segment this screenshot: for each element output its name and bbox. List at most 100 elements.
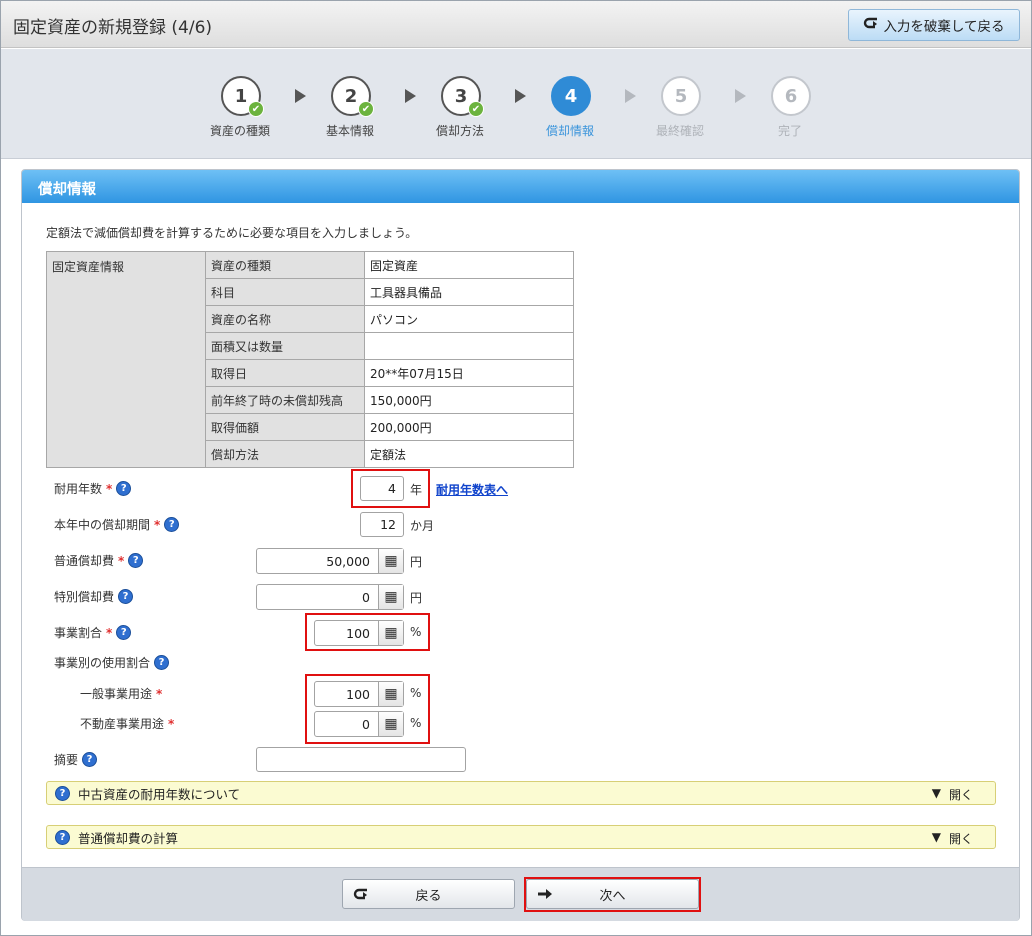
special-dep-label: 特別償却費 — [54, 590, 115, 604]
general-use-label: 一般事業用途 — [80, 687, 153, 701]
required-mark: * — [106, 625, 113, 640]
normal-dep-value[interactable]: 50,000 — [257, 549, 378, 573]
table-value: 20**年07月15日 — [364, 359, 574, 387]
normal-dep-unit: 円 — [410, 555, 423, 569]
memo-input[interactable] — [256, 747, 466, 772]
special-dep-unit: 円 — [410, 591, 423, 605]
return-arrow-icon — [863, 16, 879, 34]
table-key: 面積又は数量 — [205, 332, 365, 360]
triangle-down-icon: ▼ — [931, 830, 941, 844]
table-key: 資産の名称 — [205, 305, 365, 333]
normal-dep-label: 普通償却費 — [54, 554, 115, 568]
table-value — [364, 332, 574, 360]
help-icon[interactable]: ? — [128, 553, 144, 568]
period-label: 本年中の償却期間 — [54, 518, 151, 532]
step-label: 最終確認 — [655, 124, 704, 138]
table-key: 償却方法 — [205, 440, 365, 468]
table-key: 前年終了時の未償却残高 — [205, 386, 365, 414]
help-icon[interactable]: ? — [116, 481, 132, 496]
real-estate-label-row: 不動産事業用途 * — [80, 715, 174, 732]
real-estate-label: 不動産事業用途 — [80, 717, 165, 731]
accordion-title: 中古資産の耐用年数について — [78, 786, 241, 802]
help-icon: ? — [55, 785, 70, 801]
period-input[interactable]: 12 — [360, 512, 404, 537]
wizard-step-5: 5 最終確認 — [625, 76, 735, 146]
period-label-row: 本年中の償却期間 * ? — [54, 516, 180, 533]
help-icon[interactable]: ? — [82, 752, 98, 767]
required-mark: * — [154, 517, 161, 532]
required-mark: * — [106, 481, 113, 496]
table-key: 科目 — [205, 278, 365, 306]
checkmark-icon: ✔ — [358, 101, 374, 117]
normal-dep-field[interactable]: 50,000 ▦ — [256, 548, 404, 574]
help-icon[interactable]: ? — [154, 655, 170, 670]
table-value: 定額法 — [364, 440, 574, 468]
help-icon[interactable]: ? — [164, 517, 180, 532]
step-number: 6 — [771, 76, 811, 116]
table-key: 資産の種類 — [205, 251, 365, 279]
asset-info-table: 固定資産情報 資産の種類 固定資産 科目 工具器具備品 資産の名称 パソコン 面… — [46, 251, 574, 468]
wizard-step-1: 1 ✔ 資産の種類 — [185, 76, 295, 146]
highlight-box — [305, 674, 430, 744]
panel-body: 定額法で減価償却費を計算するために必要な項目を入力しましょう。 固定資産情報 資… — [22, 203, 1019, 867]
back-button[interactable]: 戻る — [342, 879, 515, 909]
help-icon[interactable]: ? — [116, 625, 132, 640]
panel-title: 償却情報 — [22, 170, 1019, 203]
highlight-box — [524, 877, 701, 912]
useful-life-label-row: 耐用年数 * ? — [54, 480, 132, 497]
step-label: 完了 — [777, 124, 802, 138]
table-value: 固定資産 — [364, 251, 574, 279]
wizard-step-6: 6 完了 — [735, 76, 845, 146]
table-key: 取得日 — [205, 359, 365, 387]
accordion-toggle[interactable]: ▼ 開く — [932, 830, 973, 847]
discard-button-label: 入力を破棄して戻る — [883, 19, 1005, 35]
checkmark-icon: ✔ — [248, 101, 264, 117]
wizard-step-3: 3 ✔ 償却方法 — [405, 76, 515, 146]
discard-and-return-button[interactable]: 入力を破棄して戻る — [848, 9, 1020, 41]
help-icon: ? — [55, 829, 70, 845]
asset-info-group-label: 固定資産情報 — [46, 251, 206, 468]
usage-ratio-label: 事業別の使用割合 — [54, 656, 151, 670]
memo-label: 摘要 — [54, 753, 79, 767]
memo-label-row: 摘要 ? — [54, 751, 98, 768]
title-bar: 固定資産の新規登録 (4/6) 入力を破棄して戻る — [1, 1, 1031, 48]
useful-life-table-link[interactable]: 耐用年数表へ — [436, 481, 508, 498]
accordion-open-label: 開く — [948, 788, 973, 802]
step-label: 資産の種類 — [209, 124, 270, 138]
accordion-normal-dep-calc[interactable]: ? 普通償却費の計算 ▼ 開く — [46, 825, 996, 849]
help-icon[interactable]: ? — [118, 589, 134, 604]
accordion-open-label: 開く — [948, 832, 973, 846]
accordion-toggle[interactable]: ▼ 開く — [932, 786, 973, 803]
step-number: 4 — [551, 76, 591, 116]
calculator-icon[interactable]: ▦ — [378, 549, 403, 573]
wizard-step-2: 2 ✔ 基本情報 — [295, 76, 405, 146]
usage-ratio-label-row: 事業別の使用割合 ? — [54, 654, 170, 671]
wizard-step-4: 4 償却情報 — [515, 76, 625, 146]
table-row: 固定資産情報 資産の種類 固定資産 — [46, 251, 574, 468]
step-label: 基本情報 — [325, 124, 374, 138]
step-label: 償却情報 — [545, 124, 594, 138]
required-mark: * — [156, 686, 163, 701]
special-dep-value[interactable]: 0 — [257, 585, 378, 609]
calculator-icon[interactable]: ▦ — [378, 585, 403, 609]
highlight-box — [351, 469, 430, 508]
panel-footer: 戻る 次へ — [22, 867, 1019, 921]
table-value: 工具器具備品 — [364, 278, 574, 306]
highlight-box — [305, 613, 430, 651]
triangle-down-icon: ▼ — [931, 786, 941, 800]
page-title: 固定資産の新規登録 (4/6) — [13, 18, 213, 38]
intro-text: 定額法で減価償却費を計算するために必要な項目を入力しましょう。 — [46, 226, 418, 240]
step-number: 5 — [661, 76, 701, 116]
general-use-label-row: 一般事業用途 * — [80, 685, 162, 702]
depreciation-panel: 償却情報 定額法で減価償却費を計算するために必要な項目を入力しましょう。 固定資… — [21, 169, 1020, 921]
required-mark: * — [118, 553, 125, 568]
table-value: 150,000円 — [364, 386, 574, 414]
useful-life-label: 耐用年数 — [54, 482, 103, 496]
normal-dep-label-row: 普通償却費 * ? — [54, 552, 144, 569]
return-arrow-icon — [353, 887, 369, 905]
special-dep-label-row: 特別償却費 ? — [54, 588, 134, 605]
step-label: 償却方法 — [435, 124, 484, 138]
accordion-used-asset-life[interactable]: ? 中古資産の耐用年数について ▼ 開く — [46, 781, 996, 805]
table-key: 取得価額 — [205, 413, 365, 441]
special-dep-field[interactable]: 0 ▦ — [256, 584, 404, 610]
